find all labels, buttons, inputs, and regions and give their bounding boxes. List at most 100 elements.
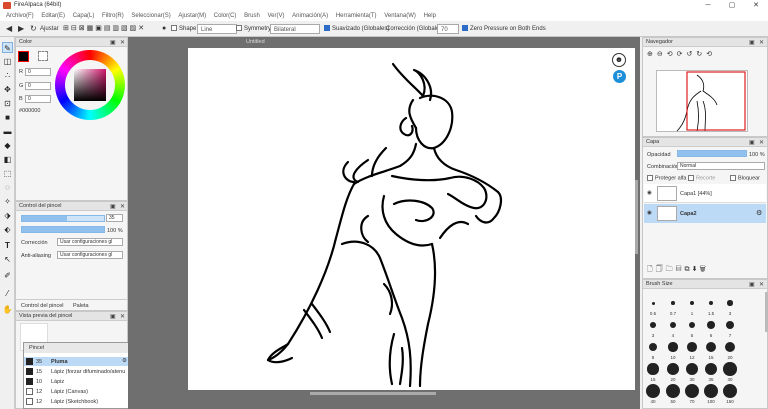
eyedropper-tool-icon[interactable]: ⁄ bbox=[2, 288, 13, 299]
brush-size-dot[interactable] bbox=[648, 342, 658, 352]
canvas-paper[interactable] bbox=[188, 48, 635, 390]
horizontal-scrollbar[interactable] bbox=[310, 392, 436, 395]
brush-item[interactable]: 12 Lápiz (Sketchbook) bbox=[24, 397, 132, 406]
rotate-icon[interactable]: ↻ bbox=[30, 24, 37, 34]
arrow-right-icon[interactable]: ▶ bbox=[18, 24, 24, 34]
zero-pressure-toggle[interactable]: Zero Pressure on Both Ends bbox=[462, 24, 546, 34]
brush-size-dot[interactable] bbox=[705, 341, 717, 353]
panel-restore-icon[interactable]: ▣ bbox=[110, 203, 116, 210]
correction-select[interactable]: Usar configuraciones gl bbox=[57, 238, 123, 246]
menu-filtro[interactable]: Filtro(R) bbox=[102, 11, 124, 21]
brush-size-dot[interactable] bbox=[727, 300, 733, 306]
brush-item[interactable]: 10 Lápiz bbox=[24, 377, 132, 386]
antialias-select[interactable]: Usar configuraciones gl bbox=[57, 251, 123, 259]
brush-size-dot[interactable] bbox=[646, 384, 660, 398]
gear-icon[interactable]: ⚙ bbox=[122, 358, 127, 364]
brush-size-dot[interactable] bbox=[685, 362, 699, 376]
brush-size-dot[interactable] bbox=[708, 300, 714, 306]
menu-editar[interactable]: Editar(E) bbox=[41, 11, 65, 21]
brush-size-slider[interactable] bbox=[21, 215, 105, 222]
brush-size-dot[interactable] bbox=[704, 384, 718, 398]
blend-select[interactable]: Normal bbox=[677, 162, 765, 170]
background-color-swatch[interactable] bbox=[38, 51, 48, 61]
shape-select[interactable]: Line bbox=[197, 24, 237, 34]
adjust-button[interactable]: Ajustar bbox=[40, 24, 59, 34]
menu-brush[interactable]: Brush bbox=[244, 11, 260, 21]
eye-icon[interactable]: ◉ bbox=[647, 210, 652, 216]
brush-size-dot[interactable] bbox=[688, 321, 696, 329]
tab-palette[interactable]: Paleta bbox=[73, 303, 89, 309]
g-input[interactable]: 0 bbox=[25, 82, 51, 90]
saturation-square[interactable] bbox=[74, 69, 106, 101]
move-tool-icon[interactable]: ✥ bbox=[2, 84, 13, 95]
text-tool-icon[interactable]: T bbox=[2, 240, 13, 251]
eraser-tool-icon[interactable]: ◫ bbox=[2, 56, 13, 67]
brush-size-dot[interactable] bbox=[668, 342, 678, 352]
brush-size-dot[interactable] bbox=[724, 341, 736, 353]
brush-size-dot[interactable] bbox=[687, 342, 697, 352]
layer-row[interactable]: ◉ Capa1 [44%] bbox=[644, 184, 766, 203]
gear-icon[interactable]: ⚙ bbox=[756, 209, 762, 217]
menu-ver[interactable]: Ver(V) bbox=[267, 11, 284, 21]
panel-close-icon[interactable]: ✕ bbox=[759, 281, 764, 288]
magic-wand-tool-icon[interactable]: ✧ bbox=[2, 196, 13, 207]
menu-capa[interactable]: Capa(L) bbox=[73, 11, 95, 21]
brush-size-input[interactable]: 35 bbox=[106, 214, 123, 222]
brush-size-dot[interactable] bbox=[667, 363, 679, 375]
shape-toggle[interactable]: Shape bbox=[171, 24, 196, 34]
menu-herramienta[interactable]: Herramienta(T) bbox=[336, 11, 377, 21]
symmetry-checkbox[interactable] bbox=[236, 25, 242, 32]
brush-size-dot[interactable] bbox=[723, 362, 737, 376]
bucket-tool-icon[interactable]: ◆ bbox=[2, 140, 13, 151]
brush-size-dot[interactable] bbox=[666, 384, 680, 398]
select-eraser-tool-icon[interactable]: ⬖ bbox=[2, 224, 13, 235]
brush-tool-icon[interactable]: ✎ bbox=[2, 42, 13, 53]
symmetry-select[interactable]: Bilateral bbox=[270, 24, 320, 34]
arrow-left-icon[interactable]: ◀ bbox=[6, 24, 12, 34]
transform-tool-icon[interactable]: ⊡ bbox=[2, 98, 13, 109]
brush-size-dot[interactable] bbox=[669, 321, 677, 329]
b-input[interactable]: 0 bbox=[25, 95, 51, 103]
gradient-tool-icon[interactable]: ◧ bbox=[2, 154, 13, 165]
brush-size-dot[interactable] bbox=[650, 322, 656, 328]
close-button[interactable]: ✕ bbox=[744, 0, 768, 11]
r-input[interactable]: 0 bbox=[25, 68, 51, 76]
brush-size-dot[interactable] bbox=[651, 301, 655, 305]
hand-tool-icon[interactable]: ✋ bbox=[2, 304, 13, 315]
panel-close-icon[interactable]: ✕ bbox=[120, 313, 125, 320]
panel-close-icon[interactable]: ✕ bbox=[759, 139, 764, 146]
avatar-icon[interactable]: ☻ bbox=[612, 53, 626, 67]
select-tool-icon[interactable]: ⬚ bbox=[2, 168, 13, 179]
menu-color[interactable]: Color(C) bbox=[214, 11, 237, 21]
brush-size-dot[interactable] bbox=[704, 362, 718, 376]
clipping-checkbox[interactable] bbox=[688, 175, 694, 181]
p-badge-icon[interactable]: P bbox=[613, 70, 626, 83]
panel-restore-icon[interactable]: ▣ bbox=[749, 139, 755, 146]
hue-wheel[interactable] bbox=[55, 50, 125, 120]
layer-row-selected[interactable]: ◉ Capa2 ⚙ bbox=[644, 204, 766, 223]
correction-select[interactable]: 70 bbox=[437, 24, 459, 34]
menu-help[interactable]: Help bbox=[424, 11, 436, 21]
layer-actions-icon[interactable]: 🗋🗍🗀▤⧉⬇🗑 bbox=[647, 265, 709, 276]
smooth-toggle[interactable]: Suavizado (Globales) bbox=[324, 24, 389, 34]
brush-item[interactable]: 12 Lápiz (Canvas) bbox=[24, 387, 132, 396]
view-tools-icon[interactable]: ⊞⊟⊠▦▣▤▥▧▨✕ bbox=[63, 24, 146, 34]
brush-item[interactable]: 15 Lápiz (forzar difuminado/atenu bbox=[24, 367, 132, 376]
panel-close-icon[interactable]: ✕ bbox=[120, 203, 125, 210]
brush-size-dot[interactable] bbox=[685, 384, 699, 398]
tab-brush-control[interactable]: Control del pincel bbox=[21, 303, 64, 309]
shape-checkbox[interactable] bbox=[171, 25, 177, 32]
menu-animacion[interactable]: Animación(A) bbox=[292, 11, 328, 21]
select-pen-tool-icon[interactable]: ⬗ bbox=[2, 210, 13, 221]
menu-ajustar[interactable]: Ajustar(M) bbox=[178, 11, 206, 21]
brush-size-dot[interactable] bbox=[671, 301, 675, 305]
brush-size-dot[interactable] bbox=[647, 363, 659, 375]
brush-size-dot[interactable] bbox=[707, 321, 715, 329]
panel-close-icon[interactable]: ✕ bbox=[120, 39, 125, 46]
panel-restore-icon[interactable]: ▣ bbox=[749, 39, 755, 46]
panel-restore-icon[interactable]: ▣ bbox=[749, 281, 755, 288]
smooth-checkbox[interactable] bbox=[324, 25, 330, 32]
panel-restore-icon[interactable]: ▣ bbox=[110, 39, 116, 46]
menu-seleccionar[interactable]: Seleccionar(S) bbox=[131, 11, 170, 21]
brush-size-grid[interactable]: 0.5 0.7 1 1.5 3 3 4 5 6 7 8 10 12 15 20 15 20 30 35 30 40 50 7… bbox=[643, 290, 763, 408]
